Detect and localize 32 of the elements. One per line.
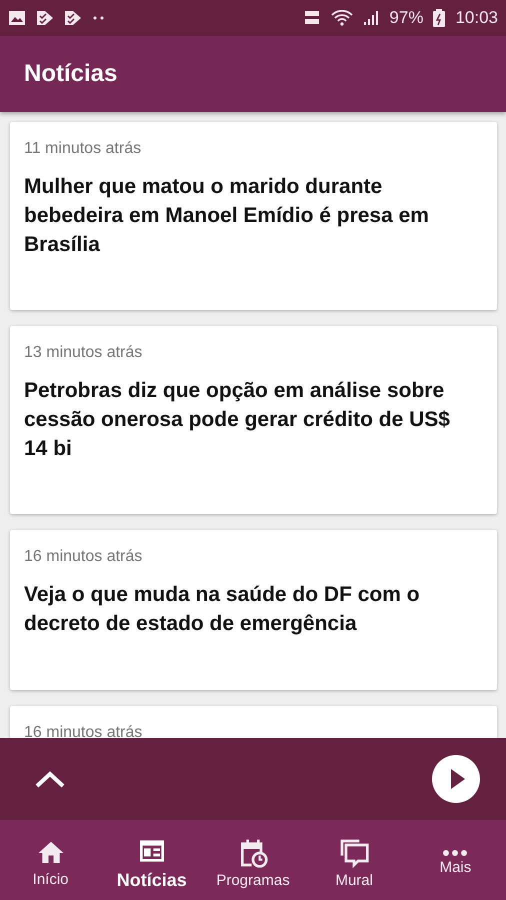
news-headline: Veja o que muda na saúde do DF com o decreto de estado de emergência [24,582,421,637]
checklist-icon [36,10,54,26]
image-icon [8,10,26,26]
nav-tab[interactable]: Mural [304,820,405,900]
chat-icon [338,837,370,869]
news-time: 16 minutos atrás [24,548,144,566]
battery-percent: 97% [389,8,424,28]
expand-button[interactable] [34,769,66,789]
dots-icon [92,15,106,21]
more-icon [443,850,468,856]
nav-tab[interactable]: Programas [202,820,304,900]
battery-charging-icon [433,9,446,27]
play-button[interactable] [432,755,480,803]
news-headline: Petrobras diz que opção em análise sobre cessão onerosa pode gerar crédito de US$ 14 bi [24,378,451,462]
nav-tab[interactable]: Notícias [101,820,202,900]
nav-tab[interactable]: Mais [404,820,506,900]
news-card[interactable]: 16 minutos atrás Veja o que muda na saúde do DF com o decreto de estado de emergência [10,530,497,690]
news-card[interactable]: 16 minutos atrás [10,706,497,738]
clock-time: 10:03 [455,8,498,28]
screen-title: Notícias [24,60,118,88]
wifi-icon [331,10,354,26]
news-card[interactable]: 13 minutos atrás Petrobras diz que opção em análise sobre cessão onerosa pode gerar crédito de US$ 14 bi [10,326,497,514]
news-time: 11 minutos atrás [24,140,142,158]
chevron-up-icon [34,769,66,789]
nav-tab[interactable]: Início [0,820,102,900]
signal-icon [363,10,380,26]
news-card[interactable]: 11 minutos atrás Mulher que matou o marido durante bebedeira em Manoel Emídio é presa em Brasília [10,122,497,310]
news-time: 13 minutos atrás [24,344,144,362]
news-headline: Mulher que matou o marido durante bebedeira em Manoel Emídio é presa em Brasília [24,174,430,258]
play-icon [432,755,480,803]
checklist-icon [64,10,82,26]
news-time: 16 minutos atrás [24,724,144,738]
